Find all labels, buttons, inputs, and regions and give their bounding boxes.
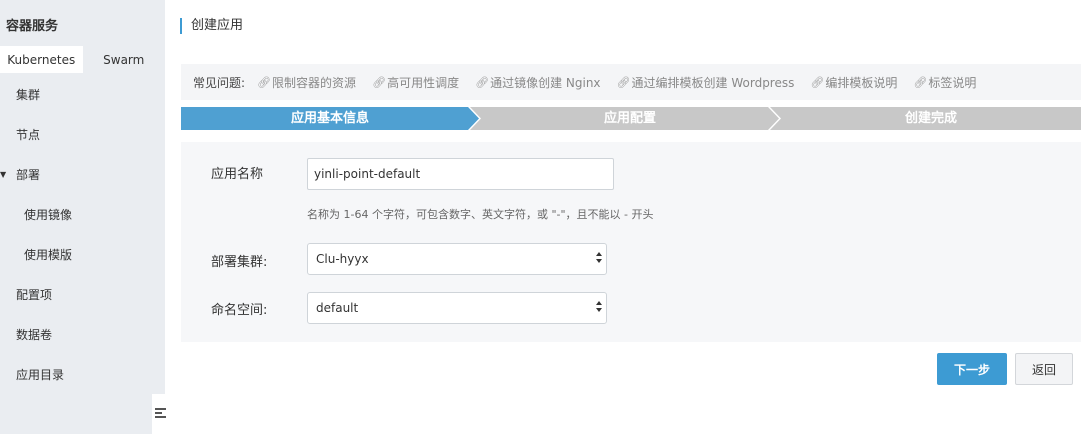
sidebar-item-use-template[interactable]: 使用模版 [0, 244, 165, 264]
faq-bar: 常见问题: 🔗︎ 限制容器的资源 🔗︎ 高可用性调度 🔗︎ 通过镜像创建 Nginx … [181, 64, 1081, 100]
faq-link[interactable]: 🔗︎ 通过镜像创建 Nginx [475, 74, 600, 91]
app-name-label: 应用名称 [211, 167, 264, 182]
sidebar-item-volume[interactable]: 数据卷 [0, 324, 165, 344]
select-arrows-icon [596, 301, 602, 315]
app-name-input[interactable] [307, 158, 614, 190]
sidebar-item-label: 应用目录 [16, 367, 65, 382]
faq-link-label: 标签说明 [928, 75, 977, 90]
sidebar-title: 容器服务 [6, 19, 59, 34]
tab-swarm[interactable]: Swarm [82, 46, 165, 73]
app-name-hint: 名称为 1-64 个字符，可包含数字、英文字符，或 "-"，且不能以 - 开头 [307, 208, 654, 221]
link-icon: 🔗︎ [810, 75, 825, 89]
faq-link-label: 高可用性调度 [387, 75, 460, 90]
page-title: 创建应用 [180, 18, 243, 34]
link-icon: 🔗︎ [257, 75, 272, 89]
sidebar: 容器服务 Kubernetes Swarm 集群 节点 ▼ 部署 使用镜像 使用… [0, 0, 165, 434]
namespace-select[interactable]: default [307, 292, 607, 324]
faq-link-label: 限制容器的资源 [272, 75, 357, 90]
namespace-select-value: default [316, 301, 359, 315]
sidebar-item-label: 使用镜像 [24, 207, 73, 222]
sidebar-item-label: 数据卷 [16, 327, 53, 342]
sidebar-item-label: 使用模版 [24, 247, 73, 262]
cluster-label: 部署集群: [211, 255, 268, 270]
sidebar-tabs: Kubernetes Swarm [0, 46, 165, 73]
sidebar-item-label: 节点 [16, 127, 41, 142]
sidebar-item-config[interactable]: 配置项 [0, 284, 165, 304]
faq-link[interactable]: 🔗︎ 通过编排模板创建 Wordpress [617, 74, 795, 91]
sidebar-item-deploy[interactable]: ▼ 部署 [0, 164, 165, 184]
faq-link[interactable]: 🔗︎ 编排模板说明 [810, 74, 897, 91]
faq-label: 常见问题: [193, 75, 246, 90]
link-icon: 🔗︎ [475, 75, 490, 89]
next-button[interactable]: 下一步 [937, 353, 1007, 385]
sidebar-item-use-image[interactable]: 使用镜像 [0, 204, 165, 224]
faq-link-label: 通过镜像创建 Nginx [490, 75, 601, 90]
cluster-select-value: Clu-hyyx [316, 252, 369, 266]
faq-link[interactable]: 🔗︎ 标签说明 [913, 74, 976, 91]
link-icon: 🔗︎ [372, 75, 387, 89]
step-2-label: 应用配置 [603, 111, 656, 126]
tab-kubernetes[interactable]: Kubernetes [0, 46, 83, 73]
faq-link[interactable]: 🔗︎ 限制容器的资源 [257, 74, 356, 91]
link-icon: 🔗︎ [913, 75, 928, 89]
sidebar-item-node[interactable]: 节点 [0, 124, 165, 144]
sidebar-item-label: 集群 [16, 87, 41, 102]
back-button[interactable]: 返回 [1015, 353, 1073, 385]
sidebar-item-label: 配置项 [16, 287, 53, 302]
collapse-sidebar-icon[interactable] [155, 408, 166, 420]
caret-down-icon: ▼ [0, 169, 7, 179]
step-3-label: 创建完成 [904, 111, 957, 126]
step-progress: 应用基本信息 应用配置 创建完成 [181, 107, 1081, 130]
faq-link-label: 编排模板说明 [825, 75, 898, 90]
link-icon: 🔗︎ [616, 75, 631, 89]
faq-link-label: 通过编排模板创建 Wordpress [631, 75, 795, 90]
cluster-select[interactable]: Clu-hyyx [307, 243, 607, 275]
sidebar-item-cluster[interactable]: 集群 [0, 84, 165, 104]
select-arrows-icon [596, 252, 602, 266]
faq-link[interactable]: 🔗︎ 高可用性调度 [372, 74, 459, 91]
sidebar-item-label: 部署 [16, 167, 41, 182]
step-1-label: 应用基本信息 [290, 111, 369, 126]
sidebar-item-app-catalog[interactable]: 应用目录 [0, 364, 165, 384]
namespace-label: 命名空间: [211, 303, 268, 318]
